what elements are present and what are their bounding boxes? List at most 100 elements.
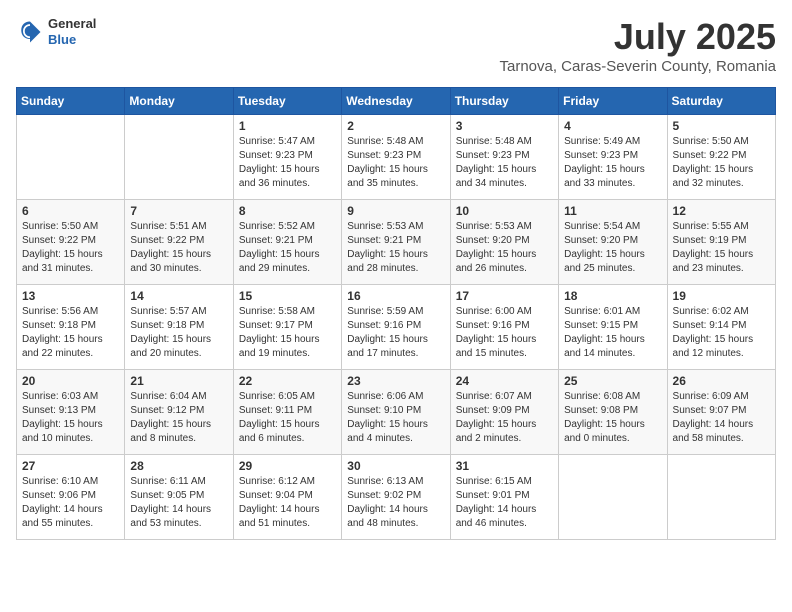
day-info: Sunrise: 6:10 AM Sunset: 9:06 PM Dayligh… bbox=[22, 475, 119, 531]
location-subtitle: Tarnova, Caras-Severin County, Romania bbox=[499, 58, 776, 75]
calendar-cell: 25 Sunrise: 6:08 AM Sunset: 9:08 PM Dayli… bbox=[559, 370, 667, 455]
calendar-cell: 29 Sunrise: 6:12 AM Sunset: 9:04 PM Dayli… bbox=[233, 455, 341, 540]
day-number: 25 bbox=[564, 374, 661, 388]
day-of-week-header: Saturday bbox=[667, 88, 775, 115]
calendar-cell bbox=[125, 115, 233, 200]
day-info: Sunrise: 6:02 AM Sunset: 9:14 PM Dayligh… bbox=[673, 305, 770, 361]
day-info: Sunrise: 5:49 AM Sunset: 9:23 PM Dayligh… bbox=[564, 135, 661, 191]
day-number: 11 bbox=[564, 204, 661, 218]
calendar-cell: 16 Sunrise: 5:59 AM Sunset: 9:16 PM Dayli… bbox=[342, 285, 450, 370]
calendar-cell: 21 Sunrise: 6:04 AM Sunset: 9:12 PM Dayli… bbox=[125, 370, 233, 455]
calendar-week-row: 1Sunrise: 5:47 AM Sunset: 9:23 PM Daylig… bbox=[17, 115, 776, 200]
day-number: 14 bbox=[130, 289, 227, 303]
calendar-cell: 3 Sunrise: 5:48 AM Sunset: 9:23 PM Daylig… bbox=[450, 115, 558, 200]
day-of-week-header: Thursday bbox=[450, 88, 558, 115]
calendar-cell: 2Sunrise: 5:48 AM Sunset: 9:23 PM Daylig… bbox=[342, 115, 450, 200]
day-number: 29 bbox=[239, 459, 336, 473]
day-info: Sunrise: 6:04 AM Sunset: 9:12 PM Dayligh… bbox=[130, 390, 227, 446]
day-info: Sunrise: 6:11 AM Sunset: 9:05 PM Dayligh… bbox=[130, 475, 227, 531]
calendar-cell bbox=[667, 455, 775, 540]
calendar-cell: 30Sunrise: 6:13 AM Sunset: 9:02 PM Dayli… bbox=[342, 455, 450, 540]
day-number: 19 bbox=[673, 289, 770, 303]
day-info: Sunrise: 6:08 AM Sunset: 9:08 PM Dayligh… bbox=[564, 390, 661, 446]
page-header: General Blue July 2025 Tarnova, Caras-Se… bbox=[16, 16, 776, 75]
day-info: Sunrise: 5:56 AM Sunset: 9:18 PM Dayligh… bbox=[22, 305, 119, 361]
day-info: Sunrise: 5:52 AM Sunset: 9:21 PM Dayligh… bbox=[239, 220, 336, 276]
day-info: Sunrise: 6:15 AM Sunset: 9:01 PM Dayligh… bbox=[456, 475, 553, 531]
day-info: Sunrise: 6:12 AM Sunset: 9:04 PM Dayligh… bbox=[239, 475, 336, 531]
day-info: Sunrise: 6:07 AM Sunset: 9:09 PM Dayligh… bbox=[456, 390, 553, 446]
day-of-week-header: Monday bbox=[125, 88, 233, 115]
logo-blue-text: Blue bbox=[48, 32, 96, 48]
calendar-week-row: 6 Sunrise: 5:50 AM Sunset: 9:22 PM Daylig… bbox=[17, 200, 776, 285]
calendar-cell: 4 Sunrise: 5:49 AM Sunset: 9:23 PM Daylig… bbox=[559, 115, 667, 200]
calendar-week-row: 20Sunrise: 6:03 AM Sunset: 9:13 PM Dayli… bbox=[17, 370, 776, 455]
calendar-cell: 27 Sunrise: 6:10 AM Sunset: 9:06 PM Dayli… bbox=[17, 455, 125, 540]
day-number: 2 bbox=[347, 119, 444, 133]
day-info: Sunrise: 5:50 AM Sunset: 9:22 PM Dayligh… bbox=[673, 135, 770, 191]
title-block: July 2025 Tarnova, Caras-Severin County,… bbox=[499, 16, 776, 75]
calendar-cell bbox=[559, 455, 667, 540]
logo-general-text: General bbox=[48, 16, 96, 32]
calendar-cell: 10Sunrise: 5:53 AM Sunset: 9:20 PM Dayli… bbox=[450, 200, 558, 285]
day-info: Sunrise: 5:53 AM Sunset: 9:21 PM Dayligh… bbox=[347, 220, 444, 276]
calendar-cell: 24 Sunrise: 6:07 AM Sunset: 9:09 PM Dayli… bbox=[450, 370, 558, 455]
calendar-cell: 28 Sunrise: 6:11 AM Sunset: 9:05 PM Dayli… bbox=[125, 455, 233, 540]
logo-text: General Blue bbox=[48, 16, 96, 47]
day-number: 21 bbox=[130, 374, 227, 388]
day-info: Sunrise: 5:50 AM Sunset: 9:22 PM Dayligh… bbox=[22, 220, 119, 276]
calendar-cell: 23 Sunrise: 6:06 AM Sunset: 9:10 PM Dayli… bbox=[342, 370, 450, 455]
calendar-cell: 20Sunrise: 6:03 AM Sunset: 9:13 PM Dayli… bbox=[17, 370, 125, 455]
calendar-cell: 18 Sunrise: 6:01 AM Sunset: 9:15 PM Dayli… bbox=[559, 285, 667, 370]
day-of-week-header: Tuesday bbox=[233, 88, 341, 115]
day-number: 3 bbox=[456, 119, 553, 133]
day-info: Sunrise: 5:54 AM Sunset: 9:20 PM Dayligh… bbox=[564, 220, 661, 276]
day-number: 31 bbox=[456, 459, 553, 473]
day-number: 9 bbox=[347, 204, 444, 218]
calendar-cell: 12 Sunrise: 5:55 AM Sunset: 9:19 PM Dayli… bbox=[667, 200, 775, 285]
day-info: Sunrise: 5:53 AM Sunset: 9:20 PM Dayligh… bbox=[456, 220, 553, 276]
calendar-table: SundayMondayTuesdayWednesdayThursdayFrid… bbox=[16, 87, 776, 540]
day-number: 17 bbox=[456, 289, 553, 303]
calendar-cell: 1Sunrise: 5:47 AM Sunset: 9:23 PM Daylig… bbox=[233, 115, 341, 200]
logo-icon bbox=[16, 18, 44, 46]
calendar-cell: 19 Sunrise: 6:02 AM Sunset: 9:14 PM Dayli… bbox=[667, 285, 775, 370]
calendar-cell: 26Sunrise: 6:09 AM Sunset: 9:07 PM Dayli… bbox=[667, 370, 775, 455]
day-info: Sunrise: 5:59 AM Sunset: 9:16 PM Dayligh… bbox=[347, 305, 444, 361]
day-number: 6 bbox=[22, 204, 119, 218]
calendar-cell bbox=[17, 115, 125, 200]
day-info: Sunrise: 6:05 AM Sunset: 9:11 PM Dayligh… bbox=[239, 390, 336, 446]
day-info: Sunrise: 6:06 AM Sunset: 9:10 PM Dayligh… bbox=[347, 390, 444, 446]
day-number: 15 bbox=[239, 289, 336, 303]
day-number: 27 bbox=[22, 459, 119, 473]
day-number: 12 bbox=[673, 204, 770, 218]
day-number: 8 bbox=[239, 204, 336, 218]
calendar-cell: 11 Sunrise: 5:54 AM Sunset: 9:20 PM Dayli… bbox=[559, 200, 667, 285]
day-number: 24 bbox=[456, 374, 553, 388]
day-number: 23 bbox=[347, 374, 444, 388]
calendar-cell: 31 Sunrise: 6:15 AM Sunset: 9:01 PM Dayli… bbox=[450, 455, 558, 540]
day-info: Sunrise: 5:51 AM Sunset: 9:22 PM Dayligh… bbox=[130, 220, 227, 276]
month-title: July 2025 bbox=[499, 16, 776, 58]
calendar-cell: 9 Sunrise: 5:53 AM Sunset: 9:21 PM Daylig… bbox=[342, 200, 450, 285]
day-info: Sunrise: 6:01 AM Sunset: 9:15 PM Dayligh… bbox=[564, 305, 661, 361]
day-of-week-header: Sunday bbox=[17, 88, 125, 115]
calendar-cell: 6 Sunrise: 5:50 AM Sunset: 9:22 PM Daylig… bbox=[17, 200, 125, 285]
calendar-cell: 15Sunrise: 5:58 AM Sunset: 9:17 PM Dayli… bbox=[233, 285, 341, 370]
day-number: 28 bbox=[130, 459, 227, 473]
day-info: Sunrise: 5:55 AM Sunset: 9:19 PM Dayligh… bbox=[673, 220, 770, 276]
calendar-cell: 7Sunrise: 5:51 AM Sunset: 9:22 PM Daylig… bbox=[125, 200, 233, 285]
day-number: 30 bbox=[347, 459, 444, 473]
calendar-week-row: 13Sunrise: 5:56 AM Sunset: 9:18 PM Dayli… bbox=[17, 285, 776, 370]
day-of-week-header: Friday bbox=[559, 88, 667, 115]
day-number: 16 bbox=[347, 289, 444, 303]
day-number: 18 bbox=[564, 289, 661, 303]
day-number: 4 bbox=[564, 119, 661, 133]
day-info: Sunrise: 6:00 AM Sunset: 9:16 PM Dayligh… bbox=[456, 305, 553, 361]
day-info: Sunrise: 6:09 AM Sunset: 9:07 PM Dayligh… bbox=[673, 390, 770, 446]
day-info: Sunrise: 5:48 AM Sunset: 9:23 PM Dayligh… bbox=[456, 135, 553, 191]
calendar-cell: 5Sunrise: 5:50 AM Sunset: 9:22 PM Daylig… bbox=[667, 115, 775, 200]
logo: General Blue bbox=[16, 16, 96, 47]
calendar-cell: 14Sunrise: 5:57 AM Sunset: 9:18 PM Dayli… bbox=[125, 285, 233, 370]
calendar-cell: 13Sunrise: 5:56 AM Sunset: 9:18 PM Dayli… bbox=[17, 285, 125, 370]
